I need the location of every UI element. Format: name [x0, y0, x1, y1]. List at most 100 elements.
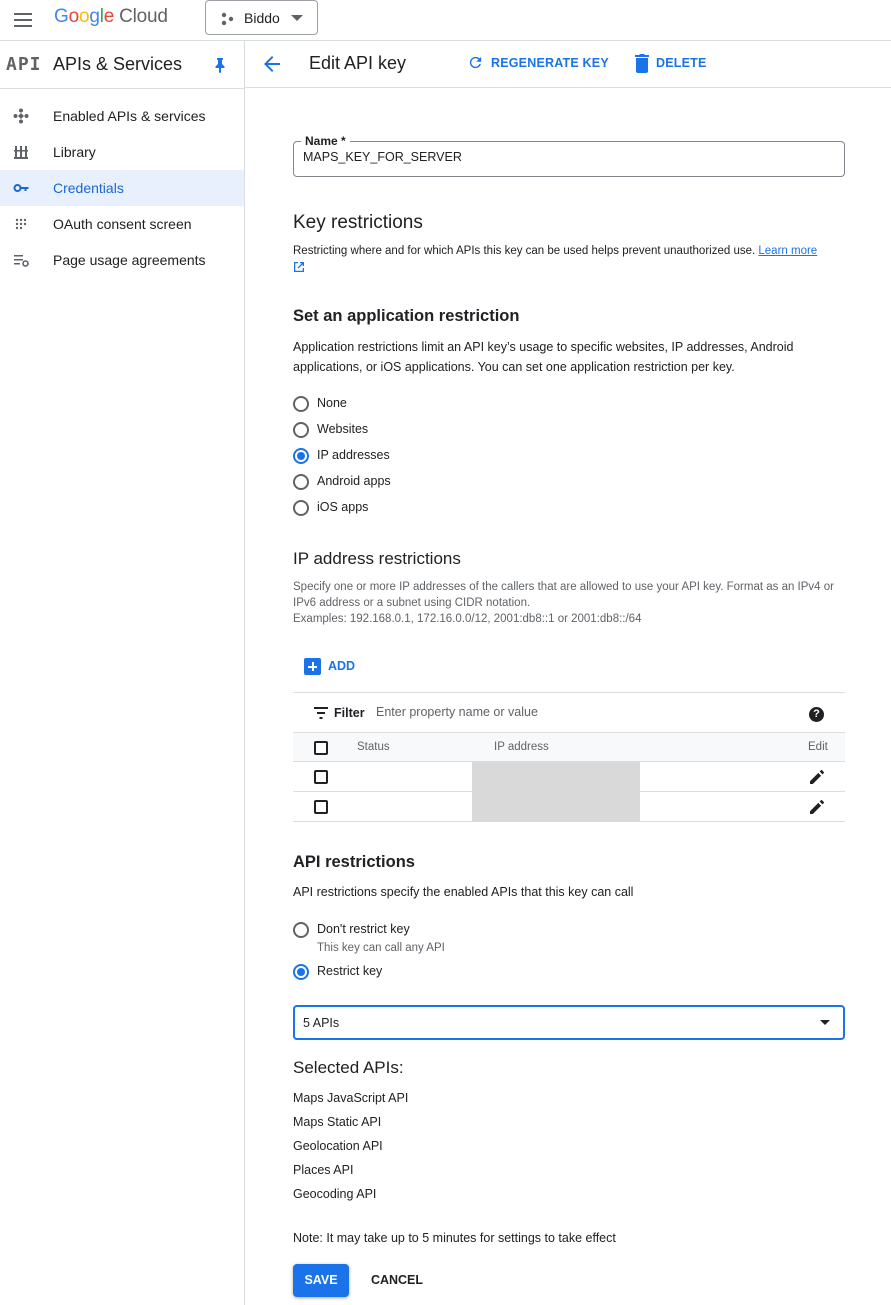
refresh-icon: [469, 56, 482, 69]
redacted-ip-addresses: [472, 762, 640, 822]
radio-app-android[interactable]: Android apps: [293, 472, 413, 492]
selected-api-item: Maps JavaScript API: [293, 1091, 409, 1105]
edit-pencil-icon[interactable]: [809, 799, 825, 815]
radio-app-ios[interactable]: iOS apps: [293, 498, 413, 518]
radio-label: Websites: [317, 422, 369, 436]
add-ip-button[interactable]: ADD: [304, 657, 364, 677]
key-restrictions-title: Key restrictions: [293, 212, 423, 233]
logo-letter: e: [103, 6, 115, 27]
delete-button[interactable]: DELETE: [634, 53, 714, 75]
radio-button[interactable]: [293, 422, 309, 438]
sidebar-header: API APIs & Services: [0, 41, 244, 89]
project-dots-icon: [221, 12, 234, 26]
sidebar-item-label: OAuth consent screen: [53, 216, 192, 232]
logo-letter: g: [89, 6, 100, 27]
chevron-down-icon: [291, 15, 303, 21]
radio-label: Android apps: [317, 474, 391, 488]
cancel-label: CANCEL: [370, 1273, 424, 1287]
column-header-status[interactable]: Status: [357, 741, 390, 753]
google-cloud-logo[interactable]: Google Cloud: [54, 6, 168, 28]
radio-sublabel: This key can call any API: [317, 942, 445, 954]
help-icon[interactable]: ?: [809, 707, 824, 722]
radio-label: iOS apps: [317, 500, 369, 514]
sidebar-item-page-usage[interactable]: Page usage agreements: [0, 242, 244, 278]
settings-list-icon: [14, 255, 29, 267]
key-restrictions-text: Restricting where and for which APIs thi…: [293, 245, 756, 257]
select-all-checkbox[interactable]: [314, 741, 328, 755]
name-field[interactable]: Name *: [293, 134, 845, 177]
save-button[interactable]: SAVE: [293, 1264, 349, 1297]
sidebar-item-credentials[interactable]: Credentials: [0, 170, 244, 206]
pin-icon[interactable]: [213, 57, 227, 73]
radio-restrict-key[interactable]: Restrict key: [293, 962, 493, 982]
radio-button[interactable]: [293, 396, 309, 412]
plus-icon: [304, 658, 321, 675]
radio-button[interactable]: [293, 922, 309, 938]
selected-api-item: Geolocation API: [293, 1139, 383, 1153]
logo-letter: o: [78, 6, 90, 27]
filter-label: Filter: [334, 706, 365, 720]
cancel-button[interactable]: CANCEL: [363, 1264, 431, 1297]
sidebar: API APIs & Services Enabled APIs & servi…: [0, 41, 245, 1305]
selected-api-item: Places API: [293, 1163, 354, 1177]
column-header-edit: Edit: [808, 741, 828, 753]
selected-apis-title: Selected APIs:: [293, 1058, 404, 1077]
add-label: ADD: [328, 659, 356, 673]
top-bar: Google Cloud Biddo: [0, 0, 891, 41]
learn-more-link[interactable]: Learn more: [758, 245, 817, 257]
dropdown-arrow-icon: [820, 1020, 830, 1025]
name-label: Name *: [301, 134, 350, 148]
column-header-ip-address[interactable]: IP address: [494, 741, 549, 753]
radio-label: IP addresses: [317, 448, 390, 462]
edit-pencil-icon[interactable]: [809, 769, 825, 785]
api-restrictions-title: API restrictions: [293, 853, 415, 871]
sidebar-item-library[interactable]: Library: [0, 134, 244, 170]
radio-app-ip-addresses[interactable]: IP addresses: [293, 446, 413, 466]
filter-icon[interactable]: [314, 707, 328, 719]
radio-button[interactable]: [293, 500, 309, 516]
sidebar-title: APIs & Services: [53, 54, 183, 74]
radio-label: Restrict key: [317, 964, 383, 978]
dropdown-value: 5 APIs: [303, 1016, 340, 1030]
row-checkbox[interactable]: [314, 770, 328, 784]
key-restrictions-description: Restricting where and for which APIs thi…: [293, 243, 845, 273]
menu-icon[interactable]: [12, 9, 34, 31]
app-restriction-description: Application restrictions limit an API ke…: [293, 340, 794, 374]
trash-icon: [635, 54, 649, 73]
name-input[interactable]: [303, 150, 833, 164]
radio-label: Don't restrict key: [317, 922, 410, 936]
row-checkbox[interactable]: [314, 800, 328, 814]
sidebar-item-enabled-apis[interactable]: Enabled APIs & services: [0, 98, 244, 134]
page-title: Edit API key: [309, 53, 407, 73]
table-header: Status IP address Edit: [293, 733, 845, 762]
radio-label: None: [317, 396, 347, 410]
save-label: SAVE: [304, 1273, 338, 1287]
radio-app-websites[interactable]: Websites: [293, 420, 413, 440]
sidebar-item-oauth-consent[interactable]: OAuth consent screen: [0, 206, 244, 242]
external-link-icon[interactable]: [293, 261, 305, 273]
logo-suffix: Cloud: [119, 6, 168, 27]
api-select-dropdown[interactable]: 5 APIs: [293, 1005, 845, 1040]
radio-dont-restrict-key[interactable]: Don't restrict key This key can call any…: [293, 920, 493, 956]
key-icon: [13, 184, 29, 192]
sidebar-item-label: Enabled APIs & services: [53, 108, 206, 124]
app-restriction-title: Set an application restriction: [293, 307, 520, 325]
project-selector[interactable]: Biddo: [205, 0, 318, 35]
radio-button-selected[interactable]: [293, 964, 309, 980]
sidebar-item-label: Page usage agreements: [53, 252, 206, 268]
regenerate-key-button[interactable]: REGENERATE KEY: [467, 53, 609, 75]
settings-note: Note: It may take up to 5 minutes for se…: [293, 1231, 616, 1245]
radio-button[interactable]: [293, 474, 309, 490]
back-arrow-icon[interactable]: [262, 54, 282, 74]
filter-input[interactable]: [376, 705, 776, 719]
logo-letter: G: [54, 6, 69, 27]
radio-app-none[interactable]: None: [293, 394, 413, 414]
project-name: Biddo: [244, 10, 280, 26]
page-header: Edit API key REGENERATE KEY DELETE: [245, 41, 891, 88]
selected-api-item: Maps Static API: [293, 1115, 382, 1129]
sidebar-item-label: Credentials: [53, 180, 124, 196]
filter-bar: Filter ?: [293, 692, 845, 733]
library-icon: [14, 146, 28, 159]
ip-restrictions-examples: Examples: 192.168.0.1, 172.16.0.0/12, 20…: [293, 613, 642, 625]
radio-button-selected[interactable]: [293, 448, 309, 464]
